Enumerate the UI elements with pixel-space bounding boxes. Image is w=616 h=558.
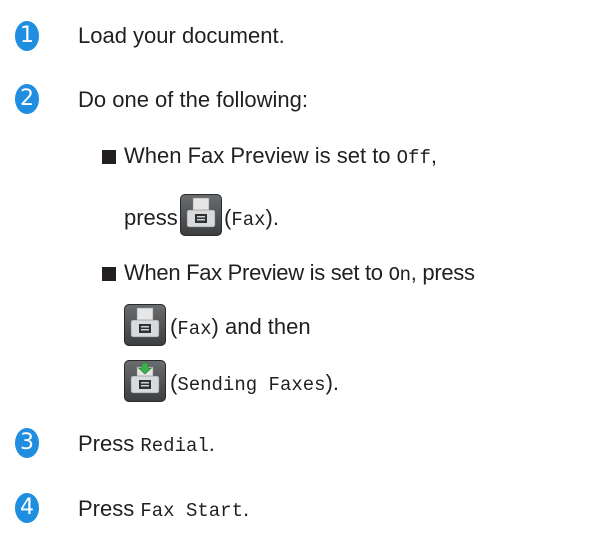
step-number-4: 4	[15, 493, 39, 523]
step-4-end: .	[242, 496, 250, 521]
option-2-line-1: When Fax Preview is set to On, press	[124, 260, 475, 288]
step-3-press: Press	[78, 431, 141, 456]
sending-faxes-icon	[124, 360, 166, 402]
option-2-and-then: ) and then	[211, 314, 311, 339]
step-number-3: 3	[15, 428, 39, 458]
option-2-sending-label: (Sending Faxes).	[170, 370, 339, 398]
bullet-marker	[102, 150, 116, 164]
option-1-fax-code: Fax	[231, 209, 266, 231]
step-number-1: 1	[15, 21, 39, 51]
step-3-end: .	[208, 431, 215, 456]
option-1-paren-close: ).	[265, 205, 279, 230]
option-1-text: When Fax Preview is set to	[124, 143, 397, 168]
step-1-text: Load your document.	[78, 23, 285, 48]
bullet-marker	[102, 267, 116, 281]
option-2-paren-close-2: ).	[325, 370, 340, 395]
sending-faxes-code: Sending Faxes	[177, 374, 326, 396]
step-2-text: Do one of the following:	[78, 87, 308, 112]
redial-code: Redial	[140, 435, 209, 457]
option-1-press-text: press	[124, 205, 178, 230]
option-2-end: , press	[410, 260, 475, 285]
fax-icon	[124, 304, 166, 346]
option-2-code: On	[388, 264, 412, 286]
option-2-fax-label: (Fax) and then	[170, 314, 311, 342]
option-1-line-1: When Fax Preview is set to Off,	[124, 143, 437, 171]
fax-start-code: Fax Start	[140, 500, 243, 522]
step-4-text: Press Fax Start.	[78, 496, 249, 524]
step-4-press: Press	[78, 496, 141, 521]
option-1-code: Off	[396, 147, 431, 169]
step-3-text: Press Redial.	[78, 431, 215, 459]
option-2-fax-code: Fax	[177, 318, 212, 340]
option-1-end: ,	[430, 143, 437, 168]
step-number-2: 2	[15, 84, 39, 114]
option-1-fax-label: (Fax).	[224, 205, 279, 233]
fax-icon	[180, 194, 222, 236]
option-2-text: When Fax Preview is set to	[124, 260, 389, 285]
